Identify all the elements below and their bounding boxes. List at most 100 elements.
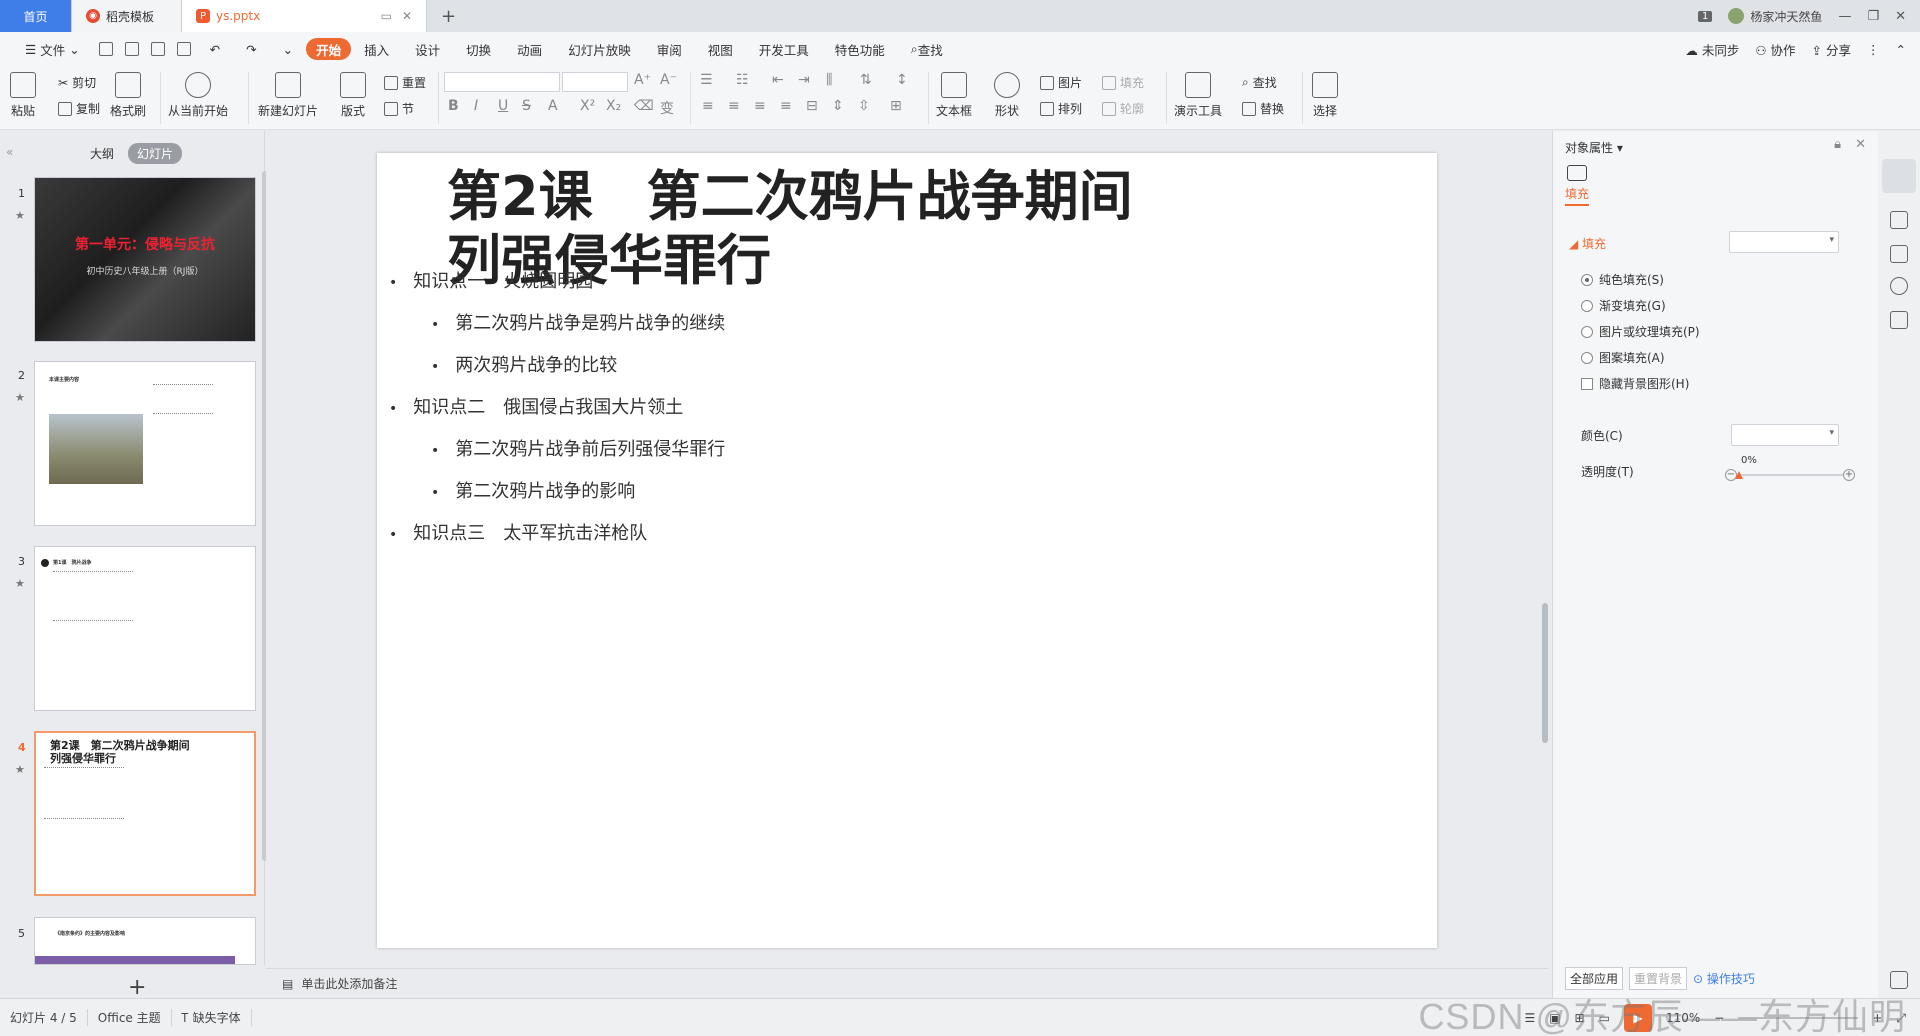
apply-all-button[interactable]: 全部应用 xyxy=(1565,967,1624,990)
find-button[interactable]: ⌕ 查找 xyxy=(1242,74,1277,91)
add-slide-icon[interactable]: + xyxy=(128,975,146,1000)
save-icon[interactable] xyxy=(98,42,113,56)
bold-icon[interactable]: B xyxy=(448,98,459,114)
subscript-icon[interactable]: X₂ xyxy=(606,98,621,114)
slide-thumbnail-5[interactable]: 《南京条约》的主要内容及影响 xyxy=(34,917,256,965)
reset-background-button[interactable]: 重置背景 xyxy=(1629,967,1688,990)
arrange-button[interactable]: 排列 xyxy=(1040,100,1082,117)
menu-insert[interactable]: 插入 xyxy=(351,38,402,60)
menu-view[interactable]: 视图 xyxy=(695,38,746,60)
tips-link[interactable]: ⊙ 操作技巧 xyxy=(1693,970,1755,987)
text-direction-icon[interactable]: ⇅ xyxy=(860,72,872,88)
window-count-badge[interactable]: 1 xyxy=(1698,10,1713,22)
numbered-list-icon[interactable]: ☷ xyxy=(736,72,749,88)
strikethrough-icon[interactable]: S xyxy=(522,98,531,114)
undo-icon[interactable]: ↶ xyxy=(197,38,233,60)
menu-features[interactable]: 特色功能 xyxy=(822,38,898,60)
clear-format-icon[interactable]: ⌫ xyxy=(634,98,654,114)
format-painter-button[interactable]: 格式刷 xyxy=(110,72,146,119)
close-window-icon[interactable]: ✕ xyxy=(1895,9,1906,24)
grow-font-icon[interactable]: A⁺ xyxy=(634,72,651,88)
copy-button[interactable]: 复制 xyxy=(58,100,100,117)
radio-pattern-fill[interactable]: 图案填充(A) xyxy=(1581,349,1665,366)
justify-icon[interactable]: ≡ xyxy=(780,98,792,114)
slide-thumbnail-2[interactable]: 本课主要内容 xyxy=(34,361,256,526)
lock-icon[interactable]: 🔒︎ xyxy=(1834,137,1841,152)
char-spacing-icon[interactable]: 变 xyxy=(660,98,674,118)
replace-button[interactable]: 替换 xyxy=(1242,100,1284,117)
tab-fill[interactable]: 填充 xyxy=(1565,165,1590,206)
cut-button[interactable]: ✂ 剪切 xyxy=(58,74,96,91)
fill-button[interactable]: 填充 xyxy=(1102,74,1144,91)
layers-icon[interactable] xyxy=(1890,311,1908,329)
user-account[interactable]: 杨家冲天然鱼 xyxy=(1728,8,1822,25)
picture-button[interactable]: 图片 xyxy=(1040,74,1082,91)
radio-solid-fill[interactable]: 纯色填充(S) xyxy=(1581,271,1664,288)
close-tab-icon[interactable]: ✕ xyxy=(402,9,412,23)
more-icon[interactable]: ⋮ xyxy=(1867,42,1880,57)
slider-knob[interactable] xyxy=(1735,471,1743,479)
textbox-button[interactable]: 文本框 xyxy=(936,72,972,119)
font-color-icon[interactable]: A xyxy=(548,98,558,114)
decrease-indent-icon[interactable]: ⇤ xyxy=(772,72,784,88)
underline-icon[interactable]: U xyxy=(498,98,508,114)
tab-file[interactable]: P ys.pptx ▭ ✕ xyxy=(182,0,427,32)
sync-button[interactable]: ☁ 未同步 xyxy=(1685,40,1739,59)
grid-icon[interactable] xyxy=(1890,971,1908,989)
layout-button[interactable]: 版式 xyxy=(340,72,366,119)
reset-button[interactable]: 重置 xyxy=(384,74,426,91)
font-family-select[interactable] xyxy=(444,72,560,92)
redo-icon[interactable]: ↷ xyxy=(233,38,269,60)
hide-background-checkbox[interactable]: 隐藏背景图形(H) xyxy=(1581,375,1689,392)
distribute-icon[interactable]: ⊟ xyxy=(806,98,818,114)
radio-picture-fill[interactable]: 图片或纹理填充(P) xyxy=(1581,323,1700,340)
shape-button[interactable]: 形状 xyxy=(994,72,1020,119)
menu-search[interactable]: ⌕ 查找 xyxy=(898,38,956,60)
menu-transition[interactable]: 切换 xyxy=(453,38,504,60)
collab-button[interactable]: ⚇ 协作 xyxy=(1755,40,1795,59)
smartart-icon[interactable]: ⊞ xyxy=(890,98,902,114)
color-select[interactable] xyxy=(1731,424,1839,446)
pin-window-icon[interactable]: ▭ xyxy=(381,9,392,23)
missing-font-button[interactable]: Ꭲ 缺失字体 xyxy=(172,1009,252,1026)
slide-thumbnail-4[interactable]: 第2课 第二次鸦片战争期间 列强侵华罪行 xyxy=(34,731,256,896)
increase-indent-icon[interactable]: ⇥ xyxy=(798,72,810,88)
fill-section-header[interactable]: ◢ 填充 xyxy=(1569,235,1606,252)
new-slide-button[interactable]: 新建幻灯片 xyxy=(258,72,318,119)
menu-start[interactable]: 开始 xyxy=(306,38,352,60)
print-preview-icon[interactable] xyxy=(176,42,191,56)
paste-button[interactable]: 粘贴 xyxy=(10,72,36,119)
shrink-font-icon[interactable]: A⁻ xyxy=(660,72,677,88)
fill-preset-select[interactable] xyxy=(1729,231,1839,253)
share-button[interactable]: ⇪ 分享 xyxy=(1812,40,1851,59)
collapse-panel-icon[interactable]: « xyxy=(6,145,13,159)
font-size-select[interactable] xyxy=(562,72,628,92)
close-panel-icon[interactable]: ✕ xyxy=(1855,137,1866,152)
menu-design[interactable]: 设计 xyxy=(402,38,453,60)
radio-gradient-fill[interactable]: 渐变填充(G) xyxy=(1581,297,1666,314)
line-spacing-icon[interactable]: ↕ xyxy=(896,72,908,88)
menu-review[interactable]: 审阅 xyxy=(644,38,695,60)
help-icon[interactable] xyxy=(1890,277,1908,295)
copy-format-icon[interactable] xyxy=(1890,245,1908,263)
quick-access-dropdown-icon[interactable]: ⌄ xyxy=(270,38,306,60)
increase-icon[interactable]: + xyxy=(1843,469,1855,481)
slide-thumbnail-3[interactable]: 第1课 鸦片战争 xyxy=(34,546,256,711)
file-menu[interactable]: ☰ 文件 ⌄ xyxy=(12,38,93,60)
properties-icon[interactable] xyxy=(1882,159,1916,193)
restore-icon[interactable]: ❐ xyxy=(1867,9,1879,24)
panel-title[interactable]: 对象属性 ▾ xyxy=(1565,139,1623,156)
select-button[interactable]: 选择 xyxy=(1312,72,1338,119)
superscript-icon[interactable]: X² xyxy=(580,98,595,114)
align-center-icon[interactable]: ≡ xyxy=(728,98,740,114)
export-pdf-icon[interactable] xyxy=(124,42,139,56)
print-icon[interactable] xyxy=(150,42,165,56)
italic-icon[interactable]: I xyxy=(474,98,478,114)
transparency-slider[interactable]: − + xyxy=(1725,469,1855,481)
align-left-icon[interactable]: ≡ xyxy=(702,98,714,114)
current-slide[interactable]: 第2课 第二次鸦片战争期间 列强侵华罪行 • 知识点一 火烧圆明园 • 第二次鸦片战… xyxy=(377,153,1437,948)
slide-thumbnail-1[interactable]: 第一单元：侵略与反抗 初中历史八年级上册（RJ版） xyxy=(34,177,256,342)
menu-developer[interactable]: 开发工具 xyxy=(746,38,822,60)
animation-icon[interactable] xyxy=(1890,211,1908,229)
para-spacing-icon[interactable]: ⇕ xyxy=(832,98,844,114)
